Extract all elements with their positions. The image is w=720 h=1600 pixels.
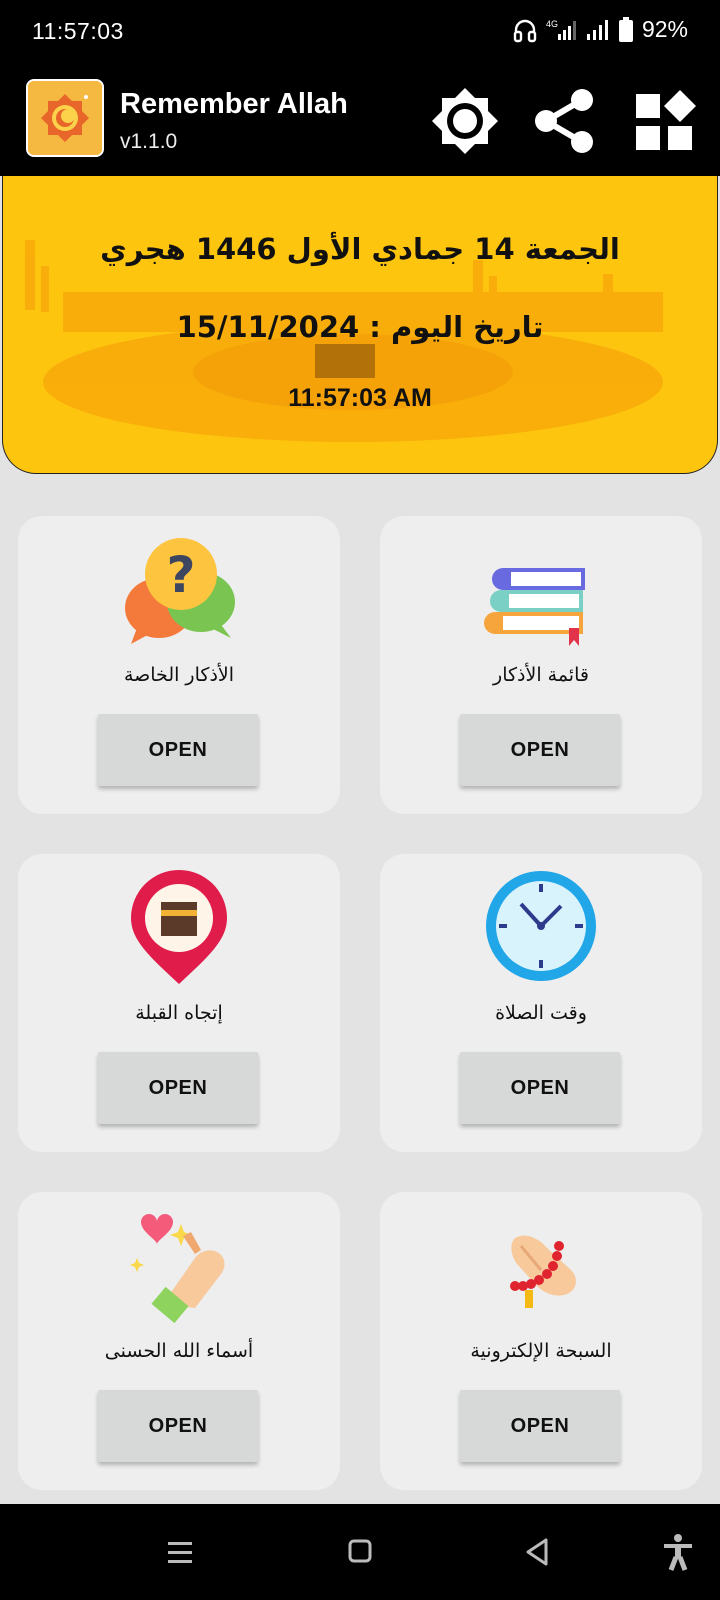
card-electronic-tasbih: السبحة الإلكترونية OPEN <box>380 1192 702 1490</box>
network-type: 4G <box>546 19 558 29</box>
open-electronic-tasbih-button[interactable]: OPEN <box>460 1390 620 1462</box>
open-adhkar-list-button[interactable]: OPEN <box>460 714 620 786</box>
home-button[interactable] <box>338 1530 382 1574</box>
menu-icon <box>168 1542 192 1563</box>
recents-button[interactable] <box>158 1530 202 1574</box>
qibla-pin-icon <box>131 870 227 984</box>
signal-icon <box>586 19 608 40</box>
gregorian-date: تاريخ اليوم : 15/11/2024 <box>176 310 544 344</box>
books-icon <box>484 568 585 646</box>
accessibility-button[interactable] <box>656 1530 700 1574</box>
share-icon <box>535 89 593 153</box>
clock-icon <box>486 871 596 981</box>
card-label: إتجاه القبلة <box>135 1002 223 1024</box>
date-banner: الجمعة 14 جمادي الأول 1446 هجري تاريخ ال… <box>2 176 718 474</box>
home-icon <box>348 1539 372 1563</box>
apps-icon <box>636 90 696 150</box>
card-adhkar-list: قائمة الأذكار OPEN <box>380 516 702 814</box>
card-qibla: إتجاه القبلة OPEN <box>18 854 340 1152</box>
card-label: وقت الصلاة <box>495 1002 587 1024</box>
svg-text:?: ? <box>166 546 195 604</box>
banner-clock: 11:57:03 AM <box>288 384 432 412</box>
card-label: أسماء الله الحسنى <box>104 1340 254 1362</box>
app-bar: Remember Allah v1.1.0 <box>0 66 720 176</box>
accessibility-icon <box>664 1534 692 1571</box>
system-nav-bar <box>0 1504 720 1600</box>
card-prayer-time: وقت الصلاة OPEN <box>380 854 702 1152</box>
app-title: Remember Allah <box>120 88 348 120</box>
apps-button[interactable] <box>630 86 700 156</box>
card-label: السبحة الإلكترونية <box>470 1340 612 1362</box>
app-version: v1.1.0 <box>120 130 178 153</box>
status-bar: 11:57:03 4G 92% <box>0 0 720 66</box>
card-names-of-allah: أسماء الله الحسنى OPEN <box>18 1192 340 1490</box>
brightness-button[interactable] <box>430 86 500 156</box>
card-label: قائمة الأذكار <box>493 664 589 686</box>
praying-hands-icon <box>130 1214 225 1324</box>
share-button[interactable] <box>530 86 600 156</box>
card-special-adhkar: ? الأذكار الخاصة OPEN <box>18 516 340 814</box>
app-logo-icon <box>26 79 104 157</box>
question-chat-icon: ? <box>125 538 235 644</box>
open-qibla-button[interactable]: OPEN <box>98 1052 258 1124</box>
back-icon <box>526 1538 548 1566</box>
battery-icon <box>618 16 633 42</box>
status-time: 11:57:03 <box>32 18 124 44</box>
status-icons: 4G 92% <box>512 16 688 43</box>
headphones-icon <box>513 19 537 42</box>
back-button[interactable] <box>516 1530 560 1574</box>
tasbih-icon <box>510 1235 576 1308</box>
signal-4g-icon: 4G <box>546 19 576 40</box>
brightness-icon <box>432 88 498 154</box>
battery-percent: 92% <box>641 16 688 42</box>
open-names-of-allah-button[interactable]: OPEN <box>98 1390 258 1462</box>
hijri-date: الجمعة 14 جمادي الأول 1446 هجري <box>100 232 620 266</box>
open-special-adhkar-button[interactable]: OPEN <box>98 714 258 786</box>
card-label: الأذكار الخاصة <box>123 664 235 686</box>
open-prayer-time-button[interactable]: OPEN <box>460 1052 620 1124</box>
